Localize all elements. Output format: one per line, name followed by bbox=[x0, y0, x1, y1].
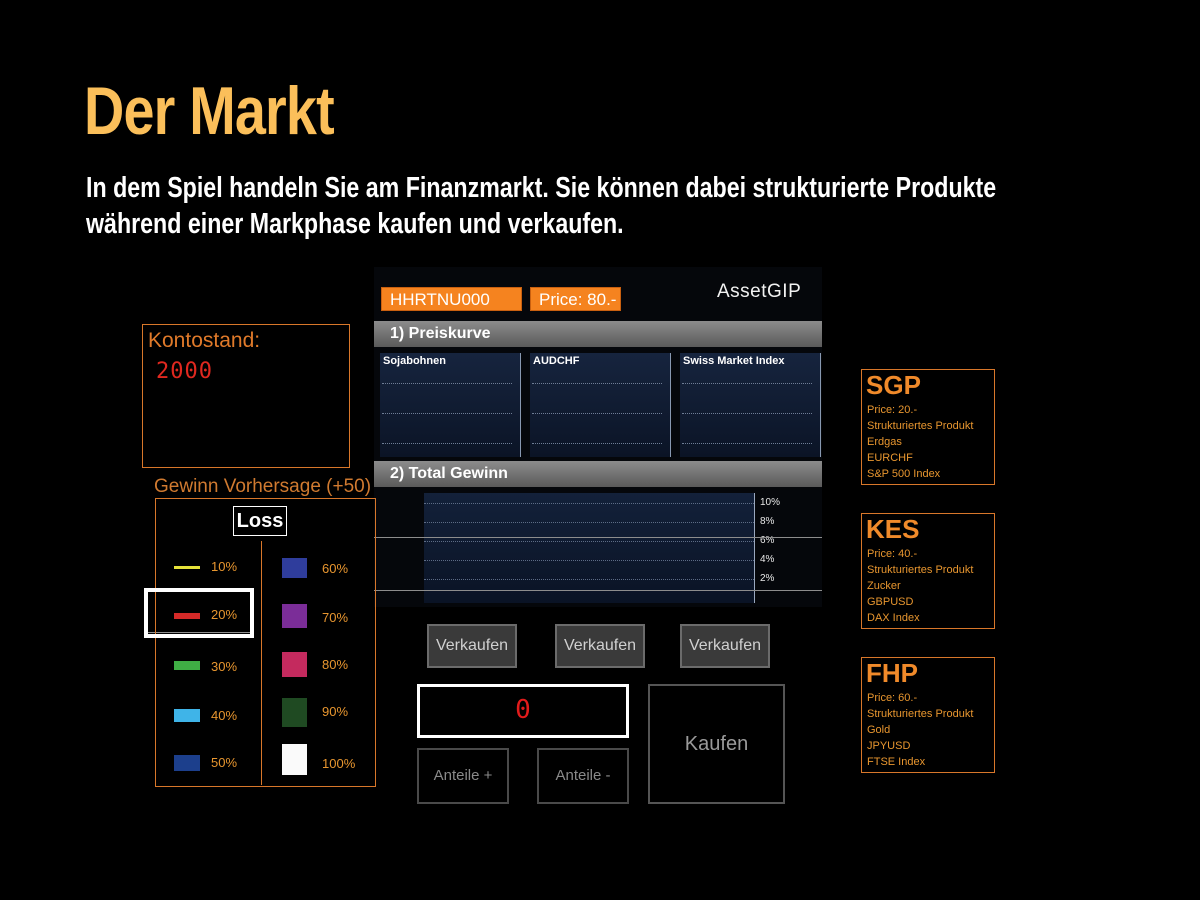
account-label: Kontostand: bbox=[148, 329, 261, 352]
y-tick-label: 2% bbox=[760, 573, 775, 584]
y-tick-label: 10% bbox=[760, 497, 781, 508]
swatch-30[interactable] bbox=[174, 661, 200, 670]
gridline bbox=[382, 383, 512, 384]
product-underlying-1: Zucker bbox=[867, 580, 901, 592]
gridline bbox=[382, 413, 512, 414]
product-underlying-1: Erdgas bbox=[867, 436, 902, 448]
swatch-60[interactable] bbox=[282, 558, 307, 578]
product-price: Price: 60.- bbox=[867, 692, 918, 704]
legend-pct: 100% bbox=[322, 756, 356, 771]
legend-pct: 10% bbox=[211, 559, 238, 574]
gridline bbox=[532, 383, 662, 384]
price-chart-soybeans: Sojabohnen bbox=[380, 353, 521, 457]
chart-label: AUDCHF bbox=[533, 355, 580, 367]
gridline bbox=[682, 413, 812, 414]
divider-line bbox=[374, 537, 822, 538]
product-underlying-1: Gold bbox=[867, 724, 891, 736]
section-price-curve-header: 1) Preiskurve bbox=[374, 321, 822, 347]
price-chart-smi: Swiss Market Index bbox=[680, 353, 821, 457]
legend-pct: 80% bbox=[322, 657, 349, 672]
product-card-kes[interactable]: KES Price: 40.- Strukturiertes Produkt Z… bbox=[861, 513, 995, 629]
sell-button-3[interactable]: Verkaufen bbox=[680, 624, 770, 668]
gridline bbox=[682, 383, 812, 384]
account-box: Kontostand: 2000 bbox=[142, 324, 350, 468]
gridline bbox=[424, 560, 754, 561]
swatch-80[interactable] bbox=[282, 652, 307, 677]
section-total-profit-header: 2) Total Gewinn bbox=[374, 461, 822, 487]
swatch-90[interactable] bbox=[282, 698, 307, 727]
legend-pct: 40% bbox=[211, 708, 238, 723]
brand-logo: AssetGIP bbox=[717, 281, 802, 302]
sell-button-2[interactable]: Verkaufen bbox=[555, 624, 645, 668]
quantity-value: 0 bbox=[515, 695, 531, 725]
subtitle-line-2: während einer Markphase kaufen und verka… bbox=[86, 208, 624, 240]
product-type: Strukturiertes Produkt bbox=[867, 420, 974, 432]
product-underlying-2: GBPUSD bbox=[867, 596, 914, 608]
y-tick-label: 4% bbox=[760, 554, 775, 565]
legend-pct: 70% bbox=[322, 610, 349, 625]
price-chart-audchf: AUDCHF bbox=[530, 353, 671, 457]
account-value: 2000 bbox=[156, 359, 213, 384]
gridline bbox=[424, 503, 754, 504]
product-name: SGP bbox=[866, 370, 921, 400]
gridline bbox=[424, 541, 754, 542]
product-type: Strukturiertes Produkt bbox=[867, 564, 974, 576]
product-underlying-2: EURCHF bbox=[867, 452, 913, 464]
loss-toggle[interactable]: Loss bbox=[233, 506, 287, 536]
swatch-40[interactable] bbox=[174, 709, 200, 722]
swatch-100[interactable] bbox=[282, 744, 307, 775]
product-underlying-3: DAX Index bbox=[867, 612, 920, 624]
gridline bbox=[424, 579, 754, 580]
product-id-tag: HHRTNU000 bbox=[381, 287, 522, 311]
page-title: Der Markt bbox=[84, 73, 335, 149]
legend-pct: 90% bbox=[322, 704, 349, 719]
total-profit-chart bbox=[424, 493, 755, 603]
gridline bbox=[682, 443, 812, 444]
subtitle-line-1: In dem Spiel handeln Sie am Finanzmarkt.… bbox=[86, 172, 997, 204]
y-tick-label: 8% bbox=[760, 516, 775, 527]
swatch-70[interactable] bbox=[282, 604, 307, 628]
product-price: Price: 40.- bbox=[867, 548, 918, 560]
forecast-label: Gewinn Vorhersage (+50) bbox=[154, 476, 372, 497]
product-card-sgp[interactable]: SGP Price: 20.- Strukturiertes Produkt E… bbox=[861, 369, 995, 485]
product-name: KES bbox=[866, 514, 920, 544]
product-underlying-3: FTSE Index bbox=[867, 756, 926, 768]
chart-label: Sojabohnen bbox=[383, 355, 446, 367]
forecast-legend: Loss 10% 20% 30% 40% 50% 60% 70% 80% 90%… bbox=[155, 498, 376, 787]
gridline bbox=[382, 443, 512, 444]
chart-label: Swiss Market Index bbox=[683, 355, 785, 367]
game-panel: HHRTNU000 Price: 80.- AssetGIP 1) Preisk… bbox=[374, 267, 822, 607]
swatch-50[interactable] bbox=[174, 755, 200, 771]
product-underlying-3: S&P 500 Index bbox=[867, 468, 941, 480]
price-tag: Price: 80.- bbox=[530, 287, 621, 311]
quantity-display: 0 bbox=[417, 684, 629, 738]
product-type: Strukturiertes Produkt bbox=[867, 708, 974, 720]
swatch-10[interactable] bbox=[174, 566, 200, 569]
gridline bbox=[532, 443, 662, 444]
legend-pct: 30% bbox=[211, 659, 238, 674]
product-underlying-2: JPYUSD bbox=[867, 740, 911, 752]
product-card-fhp[interactable]: FHP Price: 60.- Strukturiertes Produkt G… bbox=[861, 657, 995, 773]
buy-button[interactable]: Kaufen bbox=[648, 684, 785, 804]
sell-button-1[interactable]: Verkaufen bbox=[427, 624, 517, 668]
divider-line bbox=[374, 590, 822, 591]
shares-plus-button[interactable]: Anteile + bbox=[417, 748, 509, 804]
gridline bbox=[532, 413, 662, 414]
legend-pct: 60% bbox=[322, 561, 349, 576]
shares-minus-button[interactable]: Anteile - bbox=[537, 748, 629, 804]
legend-pct: 50% bbox=[211, 755, 238, 770]
selected-forecast-highlight bbox=[144, 588, 254, 638]
legend-divider bbox=[261, 541, 262, 785]
gridline bbox=[424, 522, 754, 523]
product-price: Price: 20.- bbox=[867, 404, 918, 416]
product-name: FHP bbox=[866, 658, 918, 688]
